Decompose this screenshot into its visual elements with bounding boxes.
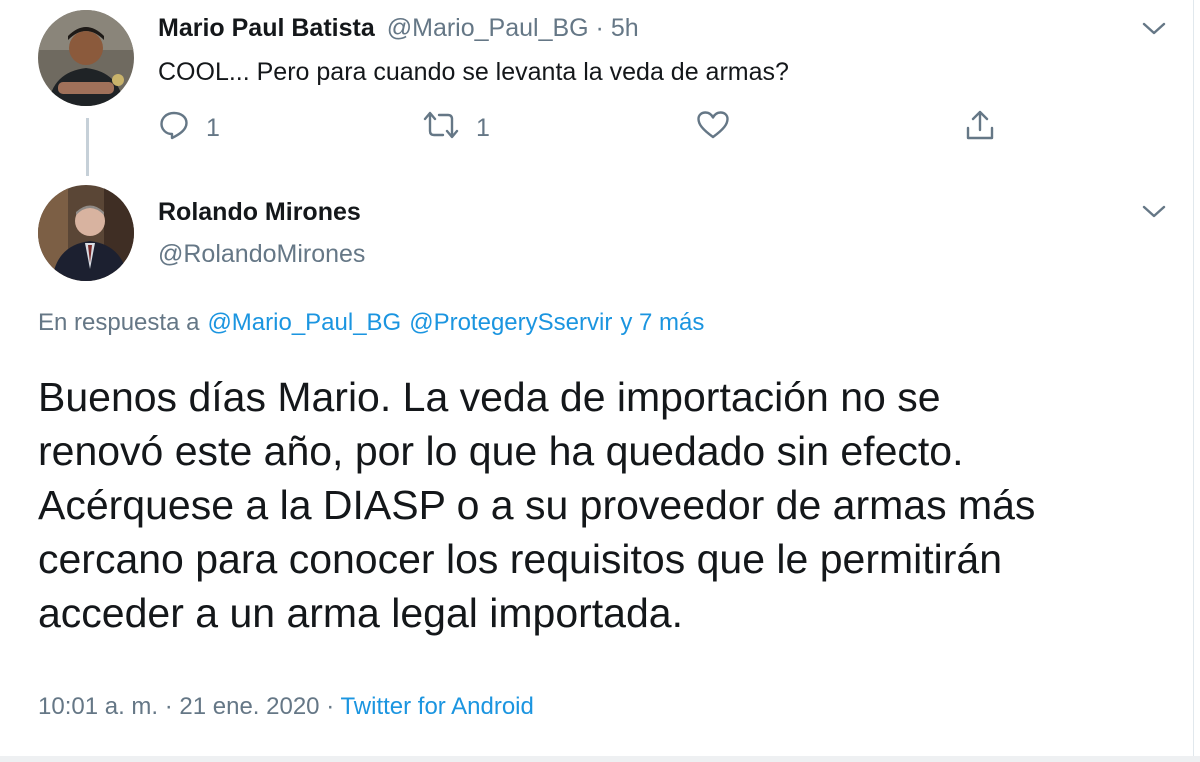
tweet-2-text-line: Buenos días Mario. La veda de importació… bbox=[38, 374, 941, 420]
tweet-2-text-line: cercano para conocer los requisitos que … bbox=[38, 536, 1003, 582]
panel-bottom-border bbox=[0, 756, 1200, 762]
reply-mention[interactable]: @Mario_Paul_BG bbox=[207, 309, 401, 336]
reply-button[interactable]: 1 bbox=[158, 108, 220, 148]
heart-icon bbox=[696, 109, 730, 148]
reply-count: 1 bbox=[206, 113, 220, 142]
tweet-2-meta: 10:01 a. m. · 21 ene. 2020 · Twitter for… bbox=[38, 693, 534, 721]
chevron-down-icon[interactable] bbox=[1141, 20, 1167, 38]
retweet-count: 1 bbox=[476, 113, 490, 142]
reply-prefix: En respuesta a bbox=[38, 309, 200, 336]
reply-icon bbox=[158, 109, 190, 148]
tweet-1-author-handle[interactable]: @Mario_Paul_BG bbox=[387, 14, 589, 42]
panel-right-border bbox=[1193, 0, 1194, 762]
reply-context: En respuesta a @Mario_Paul_BG @ProtegerySs… bbox=[38, 309, 712, 337]
share-icon bbox=[964, 108, 996, 149]
tweet-2-text-line: acceder a un arma legal importada. bbox=[38, 590, 683, 636]
tweet-2-text: Buenos días Mario. La veda de importació… bbox=[38, 370, 1158, 640]
tweet-2-text-line: renovó este año, por lo que ha quedado s… bbox=[38, 428, 964, 474]
chevron-down-icon[interactable] bbox=[1141, 203, 1167, 221]
tweet-1-time[interactable]: 5h bbox=[611, 14, 639, 42]
like-button[interactable] bbox=[696, 108, 730, 148]
share-button[interactable] bbox=[964, 108, 996, 148]
avatar-rolando[interactable] bbox=[38, 185, 134, 281]
tweet-thread-panel: Mario Paul Batista @Mario_Paul_BG · 5h CO… bbox=[0, 0, 1200, 762]
retweet-button[interactable]: 1 bbox=[422, 108, 490, 148]
reply-more-link[interactable]: y 7 más bbox=[620, 309, 704, 336]
tweet-2-author-name[interactable]: Rolando Mirones bbox=[158, 198, 361, 227]
tweet-2-timestamp[interactable]: 10:01 a. m. · 21 ene. 2020 bbox=[38, 693, 320, 720]
tweet-2-author-handle[interactable]: @RolandoMirones bbox=[158, 240, 365, 269]
tweet-1-actions: 1 1 bbox=[158, 108, 1018, 148]
tweet-2-source[interactable]: Twitter for Android bbox=[340, 693, 533, 720]
reply-mention[interactable]: @ProtegerySservir bbox=[409, 309, 612, 336]
tweet-1-text: COOL... Pero para cuando se levanta la v… bbox=[158, 58, 789, 86]
avatar-mario[interactable] bbox=[38, 10, 134, 106]
tweet-2-meta-separator: · bbox=[326, 693, 335, 720]
tweet-2-text-line: Acérquese a la DIASP o a su proveedor de… bbox=[38, 482, 1036, 528]
tweet-1-header: Mario Paul Batista @Mario_Paul_BG · 5h bbox=[158, 14, 639, 43]
tweet-1-separator: · bbox=[595, 14, 604, 42]
thread-connector-line bbox=[86, 118, 89, 176]
tweet-1-author-name[interactable]: Mario Paul Batista bbox=[158, 14, 375, 42]
retweet-icon bbox=[422, 109, 460, 148]
